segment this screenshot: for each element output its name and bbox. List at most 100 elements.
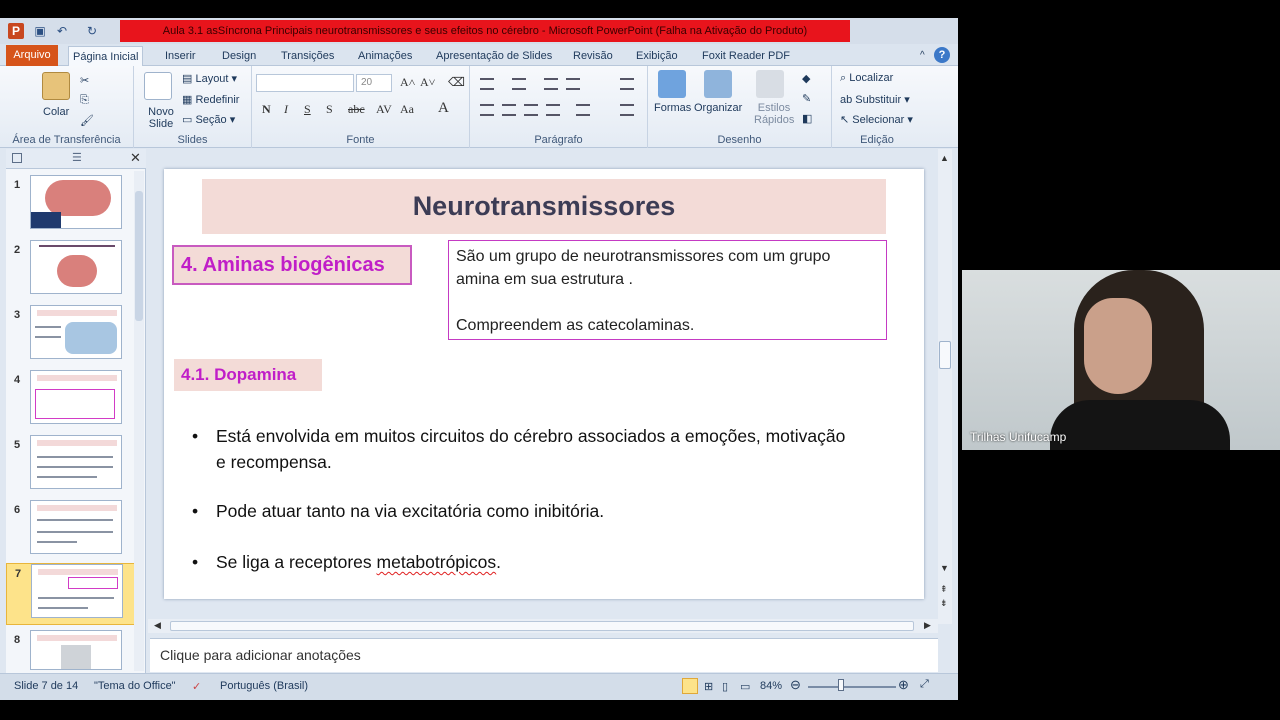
- copy-icon[interactable]: ⎘: [80, 94, 89, 107]
- minimize-ribbon-icon[interactable]: ^: [916, 46, 929, 66]
- save-icon[interactable]: ▣: [32, 23, 48, 39]
- spacing-icon[interactable]: AV: [376, 102, 392, 117]
- shape-effects-icon[interactable]: ◧: [802, 112, 812, 125]
- increase-indent-icon[interactable]: [566, 78, 580, 90]
- format-painter-icon[interactable]: 🖌: [80, 114, 94, 127]
- previous-slide-icon[interactable]: ⇞: [940, 585, 948, 594]
- help-icon[interactable]: ?: [934, 47, 950, 63]
- scroll-right-icon[interactable]: ▶: [924, 620, 931, 631]
- new-slide-button[interactable]: Novo Slide: [144, 106, 178, 130]
- undo-icon[interactable]: ↶: [54, 23, 70, 39]
- arrange-icon[interactable]: [704, 70, 732, 98]
- font-color-icon[interactable]: A: [438, 100, 449, 117]
- zoom-level[interactable]: 84%: [760, 680, 782, 692]
- normal-view-icon[interactable]: [682, 678, 698, 694]
- next-slide-icon[interactable]: ⇟: [940, 599, 948, 608]
- reading-view-icon[interactable]: ▯: [722, 680, 728, 693]
- tab-slideshow[interactable]: Apresentação de Slides: [432, 46, 556, 66]
- subheading[interactable]: 4.1. Dopamina: [174, 359, 322, 391]
- tab-transitions[interactable]: Transições: [277, 46, 338, 66]
- outline-tab-icon[interactable]: ☰: [72, 151, 82, 164]
- tab-animations[interactable]: Animações: [354, 46, 416, 66]
- thumbnail-scrollbar[interactable]: [134, 171, 144, 671]
- shrink-font-icon[interactable]: A˅: [420, 75, 435, 90]
- clear-formatting-icon[interactable]: ⌫: [448, 75, 465, 90]
- shapes-icon[interactable]: [658, 70, 686, 98]
- strikethrough-icon[interactable]: abc: [348, 102, 365, 117]
- scroll-thumb[interactable]: [135, 191, 143, 321]
- quick-styles-icon[interactable]: [756, 70, 784, 98]
- bold-icon[interactable]: N: [262, 102, 271, 117]
- replace-button[interactable]: ab Substituir ▾: [840, 93, 910, 106]
- slide-thumbnail-selected[interactable]: 7: [6, 563, 136, 625]
- slides-tab-icon[interactable]: [12, 153, 22, 163]
- columns-icon[interactable]: [576, 104, 590, 116]
- zoom-in-icon[interactable]: ⊕: [898, 677, 909, 693]
- align-right-icon[interactable]: [524, 104, 538, 116]
- slide-vertical-scrollbar[interactable]: ▲ ▼ ⇞ ⇟: [938, 149, 952, 624]
- tab-insert[interactable]: Inserir: [161, 46, 200, 66]
- zoom-slider-thumb[interactable]: [838, 679, 844, 691]
- change-case-icon[interactable]: Aa: [400, 102, 414, 117]
- select-button[interactable]: ↖ Selecionar ▾: [840, 113, 913, 126]
- slide-thumbnail[interactable]: 6: [6, 500, 136, 560]
- redo-icon[interactable]: ↻: [84, 23, 100, 39]
- quick-styles-button[interactable]: Estilos Rápidos: [754, 102, 794, 126]
- language[interactable]: Português (Brasil): [220, 680, 308, 692]
- bullets-icon[interactable]: [480, 78, 494, 90]
- horizontal-scroll-thumb[interactable]: [170, 621, 914, 631]
- slide-thumbnail[interactable]: 5: [6, 435, 136, 495]
- close-panel-icon[interactable]: ✕: [130, 150, 141, 166]
- font-size-dropdown[interactable]: 20: [356, 74, 392, 92]
- zoom-slider[interactable]: [808, 686, 896, 688]
- tab-review[interactable]: Revisão: [569, 46, 617, 66]
- shape-outline-icon[interactable]: ✎: [802, 92, 811, 105]
- shadow-icon[interactable]: S: [326, 102, 333, 117]
- scroll-thumb[interactable]: [939, 341, 951, 369]
- layout-button[interactable]: ▤ Layout ▾: [182, 72, 237, 85]
- fit-to-window-icon[interactable]: ⤢: [920, 678, 929, 691]
- slide-sorter-icon[interactable]: ⊞: [704, 680, 713, 693]
- powerpoint-app-icon[interactable]: P: [8, 23, 24, 39]
- arrange-button[interactable]: Organizar: [694, 102, 742, 114]
- numbering-icon[interactable]: [512, 78, 526, 90]
- tab-design[interactable]: Design: [218, 46, 260, 66]
- slide-canvas[interactable]: Neurotransmissores 4. Aminas biogênicas …: [164, 169, 924, 599]
- tab-home[interactable]: Página Inicial: [68, 46, 144, 66]
- info-textbox[interactable]: São um grupo de neurotransmissores com u…: [448, 240, 887, 340]
- tab-file[interactable]: Arquivo: [6, 45, 58, 66]
- slide-thumbnail[interactable]: 4: [6, 370, 136, 430]
- shapes-button[interactable]: Formas: [654, 102, 691, 114]
- justify-icon[interactable]: [546, 104, 560, 116]
- paste-button[interactable]: Colar: [43, 106, 69, 118]
- cut-icon[interactable]: ✂: [80, 74, 89, 87]
- slide-thumbnail[interactable]: 2: [6, 240, 136, 300]
- decrease-indent-icon[interactable]: [544, 78, 558, 90]
- reset-button[interactable]: ▦ Redefinir: [182, 93, 239, 106]
- scroll-up-icon[interactable]: ▲: [940, 153, 949, 163]
- slideshow-view-icon[interactable]: ▭: [740, 680, 750, 693]
- paste-icon[interactable]: [42, 72, 70, 100]
- slide-horizontal-scrollbar[interactable]: ◀ ▶: [148, 619, 938, 633]
- text-direction-icon[interactable]: [620, 78, 634, 90]
- shape-fill-icon[interactable]: ◆: [802, 72, 810, 85]
- tab-foxit[interactable]: Foxit Reader PDF: [698, 46, 794, 66]
- smartart-icon[interactable]: [620, 104, 634, 116]
- section-button[interactable]: ▭ Seção ▾: [182, 113, 235, 126]
- font-family-dropdown[interactable]: [256, 74, 354, 92]
- italic-icon[interactable]: I: [284, 102, 288, 117]
- zoom-out-icon[interactable]: ⊖: [790, 677, 801, 693]
- find-button[interactable]: ⌕ Localizar: [840, 72, 893, 85]
- scroll-left-icon[interactable]: ◀: [154, 620, 161, 631]
- underline-icon[interactable]: S: [304, 102, 311, 117]
- slide-title[interactable]: Neurotransmissores: [202, 179, 886, 234]
- tab-view[interactable]: Exibição: [632, 46, 682, 66]
- slide-thumbnail[interactable]: 1: [6, 175, 136, 235]
- theme-name[interactable]: "Tema do Office": [94, 680, 176, 692]
- spell-check-icon[interactable]: ✓: [192, 680, 201, 693]
- align-left-icon[interactable]: [480, 104, 494, 116]
- new-slide-icon[interactable]: [144, 72, 172, 100]
- scroll-down-icon[interactable]: ▼: [940, 563, 949, 573]
- section-heading[interactable]: 4. Aminas biogênicas: [172, 245, 412, 285]
- grow-font-icon[interactable]: A˄: [400, 75, 415, 90]
